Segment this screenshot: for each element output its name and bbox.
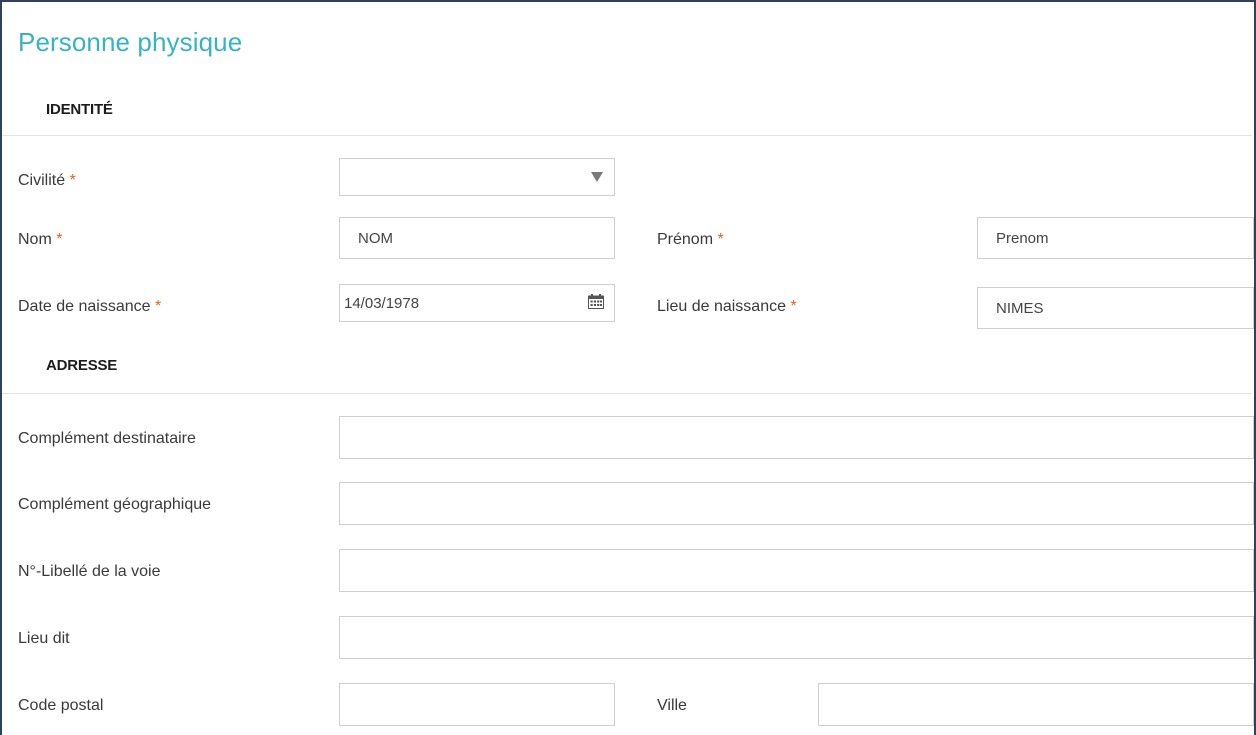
- date-naissance-input-value: 14/03/1978: [344, 294, 420, 312]
- required-asterisk: *: [790, 298, 797, 315]
- civilite-label-text: Civilité: [18, 172, 66, 189]
- triangle-down-icon[interactable]: [591, 172, 603, 182]
- date-naissance-label: Date de naissance *: [18, 298, 161, 316]
- required-asterisk: *: [154, 298, 162, 315]
- page-title: Personne physique: [18, 27, 243, 57]
- section-heading-adresse: ADRESSE: [46, 357, 118, 374]
- code-postal-input[interactable]: [339, 683, 615, 726]
- section-heading-identite: IDENTITÉ: [46, 101, 113, 118]
- nom-input-value: NOM: [358, 229, 393, 247]
- complement-geographique-label: Complément géographique: [18, 496, 212, 513]
- prenom-label: Prénom *: [657, 231, 724, 249]
- calendar-icon[interactable]: [588, 294, 604, 309]
- date-naissance-label-text: Date de naissance: [18, 298, 151, 315]
- section-divider: [2, 135, 1252, 136]
- ville-label: Ville: [657, 697, 687, 714]
- lieu-naissance-label-text: Lieu de naissance: [657, 298, 786, 315]
- complement-geographique-input[interactable]: [339, 482, 1254, 525]
- nom-label: Nom *: [18, 231, 62, 249]
- lieu-naissance-input[interactable]: NIMES: [977, 287, 1254, 329]
- prenom-input-value: Prenom: [996, 229, 1049, 247]
- prenom-label-text: Prénom: [657, 231, 714, 248]
- prenom-input[interactable]: Prenom: [977, 217, 1254, 259]
- ville-input[interactable]: [818, 683, 1254, 726]
- lieu-naissance-label: Lieu de naissance *: [657, 298, 797, 316]
- nom-input[interactable]: NOM: [339, 217, 615, 259]
- complement-destinataire-label: Complément destinataire: [18, 430, 196, 447]
- required-asterisk: *: [717, 231, 724, 248]
- complement-destinataire-input[interactable]: [339, 416, 1254, 459]
- required-asterisk: *: [69, 172, 76, 189]
- libelle-voie-input[interactable]: [339, 549, 1254, 592]
- libelle-voie-label: N°-Libellé de la voie: [18, 563, 161, 580]
- lieu-dit-input[interactable]: [339, 616, 1254, 659]
- civilite-select[interactable]: [339, 158, 615, 196]
- section-divider: [2, 393, 1252, 394]
- lieu-dit-label: Lieu dit: [18, 630, 70, 647]
- required-asterisk: *: [56, 231, 63, 248]
- date-naissance-input[interactable]: 14/03/1978: [339, 284, 615, 322]
- nom-label-text: Nom: [18, 231, 52, 248]
- lieu-naissance-input-value: NIMES: [996, 299, 1044, 317]
- civilite-label: Civilité *: [18, 172, 76, 190]
- code-postal-label: Code postal: [18, 697, 104, 714]
